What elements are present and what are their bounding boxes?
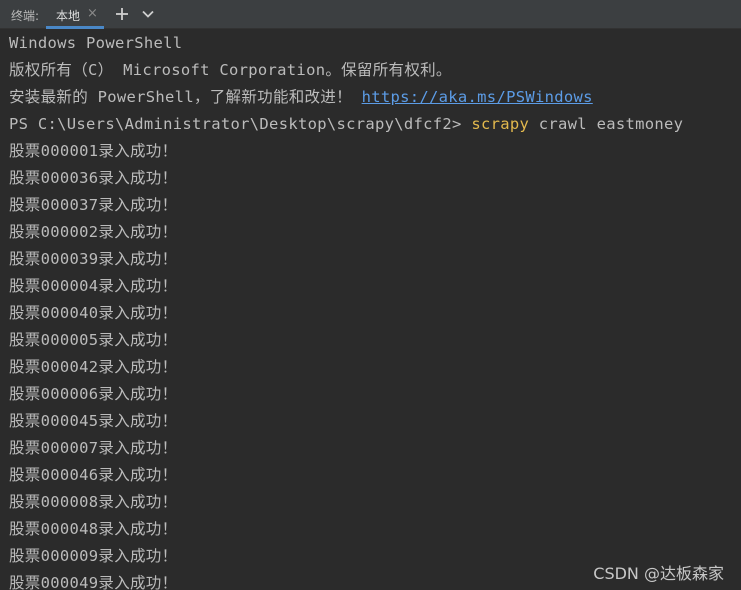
terminal-label: 终端: xyxy=(11,9,40,23)
terminal-output[interactable]: Windows PowerShell 版权所有（C） Microsoft Cor… xyxy=(9,30,737,590)
output-line: 股票000001录入成功！ xyxy=(9,142,178,160)
output-line: 股票000005录入成功！ xyxy=(9,331,178,349)
output-line: 股票000006录入成功！ xyxy=(9,385,178,403)
command-args: crawl eastmoney xyxy=(538,115,684,133)
command-name: scrapy xyxy=(471,115,530,133)
output-line: 股票000046录入成功！ xyxy=(9,466,178,484)
output-line: 股票000037录入成功！ xyxy=(9,196,178,214)
tab-local-label: 本地 xyxy=(56,9,81,23)
chevron-down-icon[interactable] xyxy=(139,5,157,23)
header-line: Windows PowerShell xyxy=(9,34,183,52)
output-line: 股票000002录入成功！ xyxy=(9,223,178,241)
close-icon[interactable]: × xyxy=(87,6,98,22)
output-line: 股票000004录入成功！ xyxy=(9,277,178,295)
install-link[interactable]: https://aka.ms/PSWindows xyxy=(362,88,593,106)
tab-local[interactable]: 本地 × xyxy=(46,0,104,29)
output-line: 股票000036录入成功！ xyxy=(9,169,178,187)
install-line: 安装最新的 PowerShell，了解新功能和改进！ https://aka.m… xyxy=(9,84,737,111)
output-line: 股票000008录入成功！ xyxy=(9,493,178,511)
prompt-line: PS C:\Users\Administrator\Desktop\scrapy… xyxy=(9,111,737,138)
output-line: 股票000039录入成功！ xyxy=(9,250,178,268)
output-lines: 股票000001录入成功！ 股票000036录入成功！ 股票000037录入成功！ 股… xyxy=(9,138,737,590)
header-line: 版权所有（C） Microsoft Corporation。保留所有权利。 xyxy=(9,61,452,79)
install-prefix: 安装最新的 PowerShell，了解新功能和改进！ xyxy=(9,88,352,106)
output-line: 股票000042录入成功！ xyxy=(9,358,178,376)
output-line: 股票000040录入成功！ xyxy=(9,304,178,322)
csdn-watermark: CSDN @达板森家 xyxy=(593,564,724,583)
terminal-tab-bar: 终端: 本地 × xyxy=(0,0,741,29)
prompt-path: PS C:\Users\Administrator\Desktop\scrapy… xyxy=(9,115,462,133)
terminal-window: 终端: 本地 × Windows PowerShell 版权所有（C） Micr… xyxy=(0,0,741,590)
output-line: 股票000045录入成功！ xyxy=(9,412,178,430)
output-line: 股票000048录入成功！ xyxy=(9,520,178,538)
output-line: 股票000007录入成功！ xyxy=(9,439,178,457)
plus-icon[interactable] xyxy=(113,5,131,23)
